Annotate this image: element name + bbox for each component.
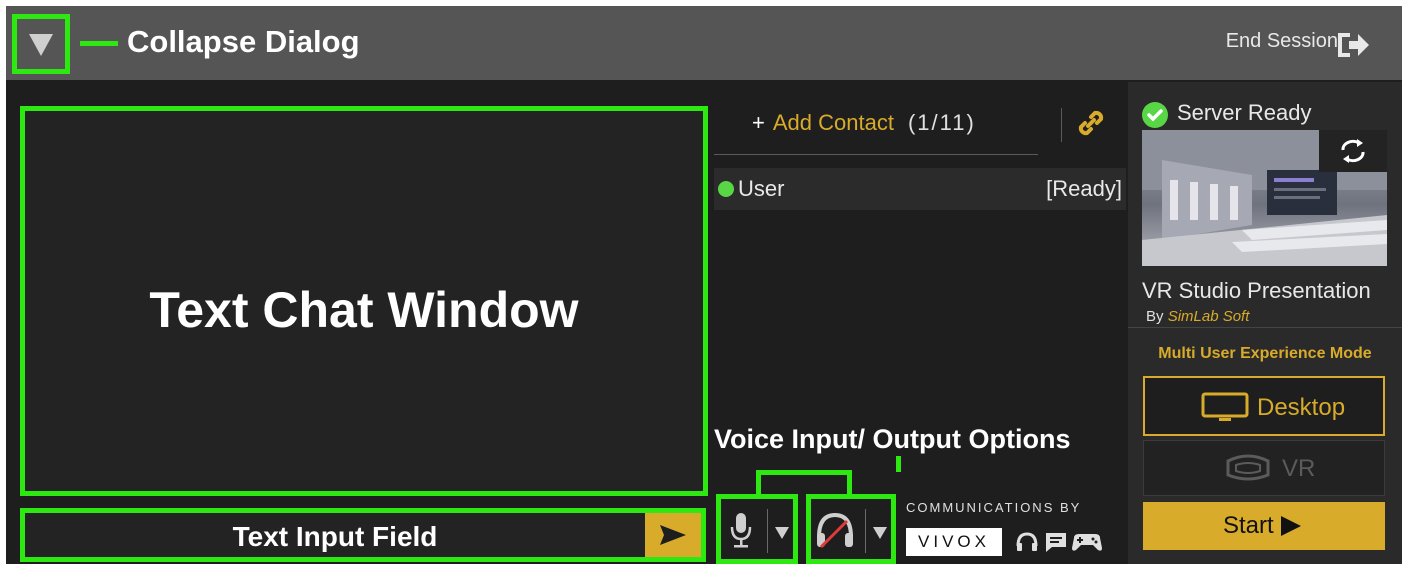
end-session-button[interactable]: End Session bbox=[1226, 30, 1338, 53]
divider bbox=[865, 509, 866, 553]
headphones-muted-icon[interactable] bbox=[813, 509, 857, 551]
refresh-button[interactable] bbox=[1319, 130, 1387, 172]
contact-count: (1/11) bbox=[907, 110, 976, 135]
send-icon bbox=[660, 525, 686, 545]
vr-mode-button[interactable]: VR bbox=[1143, 440, 1385, 496]
annotation-connector bbox=[896, 456, 901, 472]
experience-thumbnail bbox=[1142, 130, 1387, 266]
text-chat-window: Text Chat Window bbox=[20, 106, 708, 496]
start-button[interactable]: Start bbox=[1143, 502, 1385, 550]
play-icon bbox=[1281, 516, 1301, 536]
by-label: By bbox=[1146, 308, 1164, 325]
gamepad-icon bbox=[1072, 534, 1102, 551]
vr-headset-icon bbox=[1226, 454, 1270, 481]
triangle-down-icon bbox=[29, 34, 53, 56]
text-input-annotation: Text Input Field bbox=[232, 521, 438, 552]
vivox-logo: VIVOX bbox=[906, 528, 1002, 556]
annotation-connector bbox=[756, 470, 761, 494]
divider bbox=[1061, 108, 1062, 142]
author-name: SimLab Soft bbox=[1167, 308, 1250, 325]
check-circle-icon bbox=[1142, 102, 1168, 128]
annotation-connector bbox=[756, 470, 852, 475]
collapse-dialog-annotation: Collapse Dialog bbox=[127, 24, 360, 59]
chat-icon bbox=[1046, 533, 1066, 552]
monitor-icon bbox=[1201, 392, 1249, 421]
contact-name: User bbox=[738, 176, 785, 201]
start-label: Start bbox=[1223, 512, 1274, 539]
refresh-icon bbox=[1341, 139, 1365, 163]
microphone-icon[interactable] bbox=[729, 511, 753, 549]
divider bbox=[714, 154, 1038, 155]
mode-title: Multi User Experience Mode bbox=[1158, 345, 1372, 362]
desktop-mode-button[interactable]: Desktop bbox=[1143, 376, 1385, 436]
annotation-connector bbox=[847, 470, 852, 494]
server-status: Server Ready bbox=[1177, 100, 1312, 125]
exit-icon[interactable] bbox=[1335, 30, 1371, 60]
send-button[interactable] bbox=[645, 513, 701, 557]
desktop-label: Desktop bbox=[1257, 394, 1346, 421]
chevron-down-icon[interactable] bbox=[775, 527, 789, 539]
audio-output-options[interactable] bbox=[806, 494, 896, 564]
microphone-options[interactable] bbox=[716, 494, 798, 564]
vr-label: VR bbox=[1282, 455, 1316, 482]
add-contact-label: Add Contact bbox=[772, 110, 894, 135]
experience-author: By SimLab Soft bbox=[1146, 308, 1249, 325]
vivox-feature-icons bbox=[1016, 532, 1102, 552]
plus-icon: + bbox=[752, 110, 765, 135]
voice-options-annotation: Voice Input/ Output Options bbox=[714, 424, 1071, 454]
divider bbox=[1128, 327, 1402, 328]
contact-row[interactable]: User [Ready] bbox=[714, 168, 1126, 210]
text-chat-window-annotation: Text Chat Window bbox=[149, 282, 579, 338]
communications-by-label: COMMUNICATIONS BY bbox=[906, 500, 1082, 515]
add-contact-button[interactable]: + Add Contact (1/11) bbox=[752, 110, 976, 136]
link-icon[interactable] bbox=[1074, 106, 1108, 140]
contact-status: [Ready] bbox=[1046, 176, 1122, 201]
headset-icon bbox=[1016, 532, 1038, 551]
chevron-down-icon[interactable] bbox=[873, 527, 887, 539]
annotation-connector bbox=[80, 41, 118, 46]
ready-status-dot bbox=[718, 181, 734, 197]
divider bbox=[767, 509, 768, 553]
experience-title: VR Studio Presentation bbox=[1142, 278, 1371, 303]
text-input-field[interactable]: Text Input Field bbox=[20, 508, 706, 562]
